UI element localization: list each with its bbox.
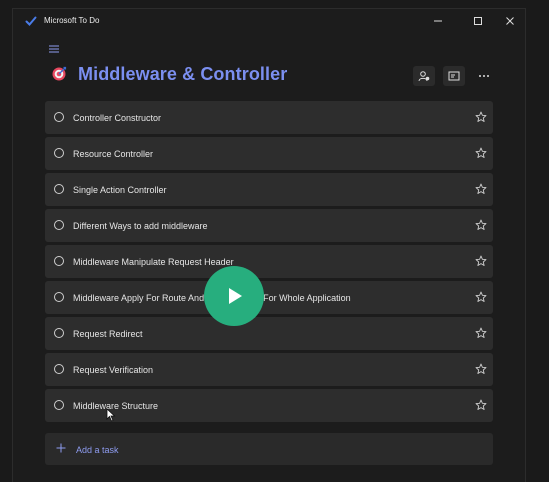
task-row[interactable]: Resource Controller [45,137,493,170]
maximize-icon [474,17,482,25]
task-row[interactable]: Different Ways to add middleware [45,209,493,242]
task-label: Request Redirect [73,329,143,339]
complete-circle-icon[interactable] [54,364,64,374]
play-button[interactable] [204,266,264,326]
add-task-input[interactable]: Add a task [45,433,493,465]
target-icon [52,66,67,81]
cursor-icon [106,408,116,422]
more-icon [479,75,489,77]
plus-icon [56,443,66,453]
task-row[interactable]: Middleware Apply For Route And Route Gro… [45,281,493,314]
play-icon [229,288,242,304]
task-label: Single Action Controller [73,185,167,195]
task-row[interactable]: Single Action Controller [45,173,493,206]
star-icon[interactable] [475,255,487,267]
complete-circle-icon[interactable] [54,184,64,194]
star-icon[interactable] [475,399,487,411]
star-icon[interactable] [475,183,487,195]
share-list-button[interactable] [413,66,435,86]
close-button[interactable] [495,9,525,33]
task-label: Request Verification [73,365,154,375]
task-row[interactable]: Middleware Manipulate Request Header [45,245,493,278]
minimize-icon [434,20,442,22]
close-icon [506,17,514,25]
add-task-label: Add a task [76,445,119,455]
task-label: Resource Controller [73,149,154,159]
more-options-button[interactable] [473,66,495,86]
task-label: Controller Constructor [73,113,162,123]
list-title: Middleware & Controller [78,64,288,84]
window-title: Microsoft To Do [44,16,100,25]
task-label: Middleware Manipulate Request Header [73,257,234,267]
task-label: Different Ways to add middleware [73,221,208,231]
star-icon[interactable] [475,363,487,375]
complete-circle-icon[interactable] [54,400,64,410]
app-window: Microsoft To Do Middleware & Controller [12,8,526,482]
task-row[interactable]: Request Redirect [45,317,493,350]
complete-circle-icon[interactable] [54,148,64,158]
hamburger-icon[interactable] [48,43,60,55]
check-logo-icon [25,16,37,26]
complete-circle-icon[interactable] [54,292,64,302]
maximize-button[interactable] [463,9,493,33]
share-person-icon [418,71,430,82]
complete-circle-icon[interactable] [54,220,64,230]
task-list: Controller Constructor Resource Controll… [45,101,493,425]
complete-circle-icon[interactable] [54,256,64,266]
star-icon[interactable] [475,291,487,303]
star-icon[interactable] [475,327,487,339]
star-icon[interactable] [475,219,487,231]
task-row[interactable]: Request Verification [45,353,493,386]
star-icon[interactable] [475,147,487,159]
title-bar: Microsoft To Do [13,9,525,35]
suggestions-button[interactable] [443,66,465,86]
star-icon[interactable] [475,111,487,123]
complete-circle-icon[interactable] [54,112,64,122]
task-row[interactable]: Controller Constructor [45,101,493,134]
minimize-button[interactable] [423,9,453,33]
complete-circle-icon[interactable] [54,328,64,338]
suggestions-icon [448,71,460,81]
